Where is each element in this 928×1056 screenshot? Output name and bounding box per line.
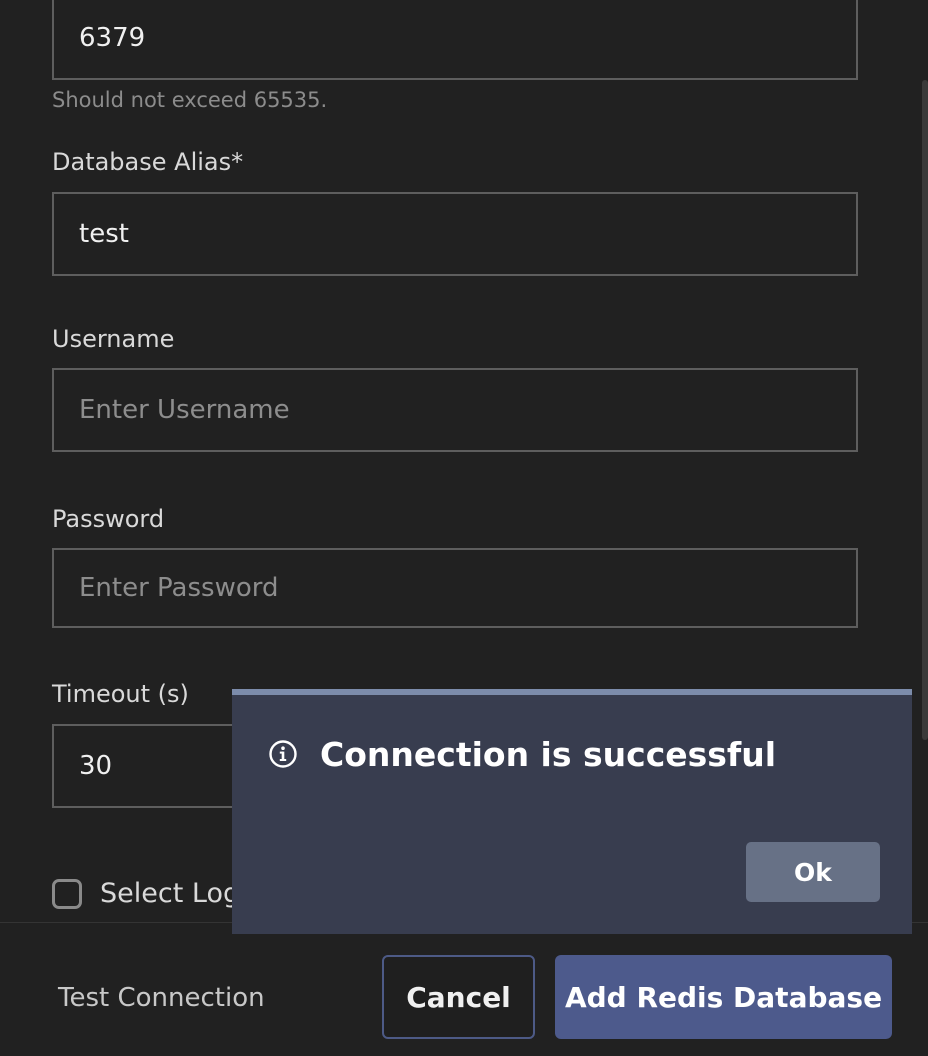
port-hint: Should not exceed 65535. bbox=[52, 88, 328, 112]
logical-db-label: Select Log bbox=[100, 878, 241, 909]
test-connection-button[interactable]: Test Connection bbox=[58, 983, 265, 1013]
cancel-button[interactable]: Cancel bbox=[382, 955, 535, 1039]
form-footer: Test Connection Cancel Add Redis Databas… bbox=[0, 922, 928, 1056]
port-input[interactable] bbox=[52, 0, 858, 80]
alias-input[interactable] bbox=[52, 192, 858, 276]
username-label: Username bbox=[52, 325, 175, 353]
alias-label: Database Alias* bbox=[52, 148, 244, 176]
logical-db-checkbox[interactable] bbox=[52, 878, 82, 909]
username-input[interactable] bbox=[52, 368, 858, 452]
connection-toast: Connection is successful Ok bbox=[232, 689, 912, 934]
password-input[interactable] bbox=[52, 548, 858, 628]
info-icon bbox=[269, 740, 297, 768]
timeout-label: Timeout (s) bbox=[52, 680, 189, 708]
add-database-form: Should not exceed 65535. Database Alias*… bbox=[0, 0, 928, 1056]
scrollbar[interactable] bbox=[922, 80, 928, 740]
toast-message: Connection is successful bbox=[320, 735, 777, 774]
logical-db-option[interactable]: Select Log bbox=[52, 878, 240, 909]
password-label: Password bbox=[52, 505, 165, 533]
toast-ok-button[interactable]: Ok bbox=[746, 842, 880, 902]
add-redis-database-button[interactable]: Add Redis Database bbox=[555, 955, 892, 1039]
